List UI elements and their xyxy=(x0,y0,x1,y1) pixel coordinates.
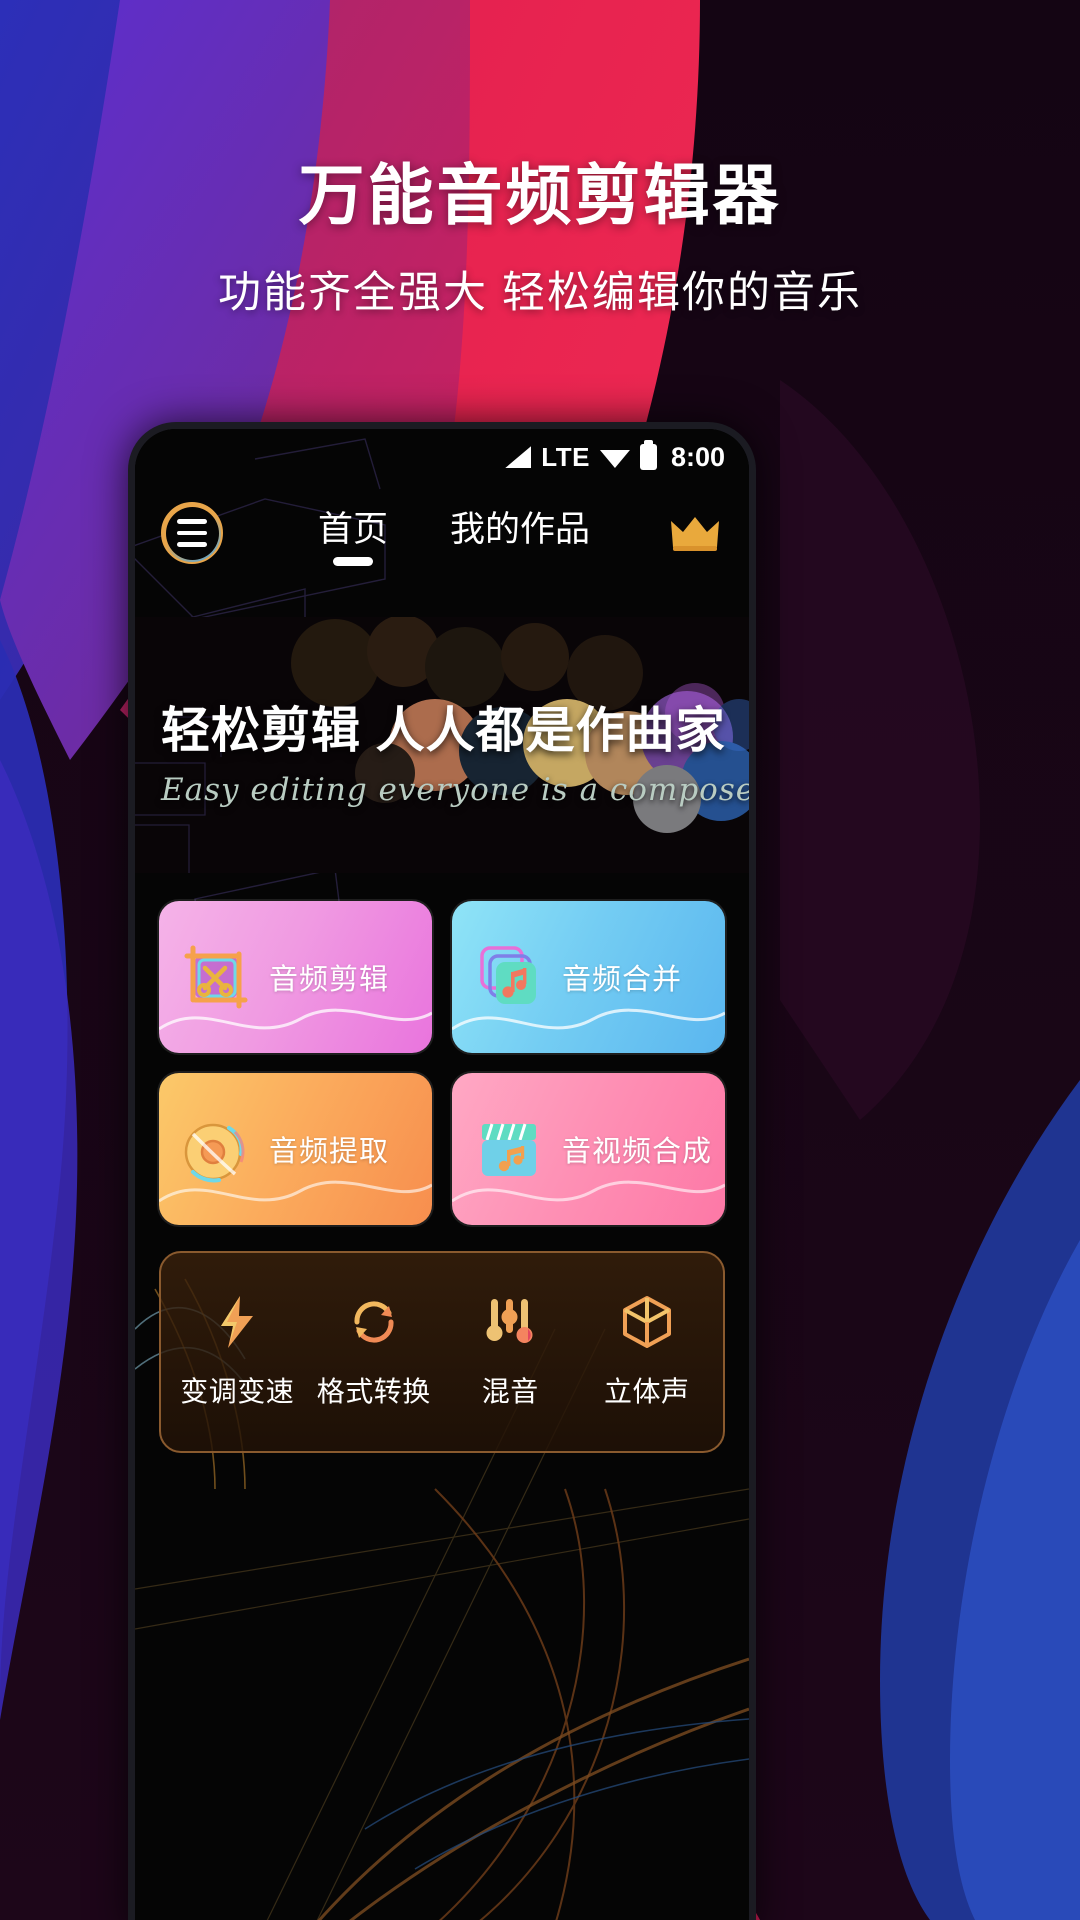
tab-my-works[interactable]: 我的作品 xyxy=(450,501,590,566)
refresh-circle-glyph xyxy=(354,1301,394,1343)
card-video-compose[interactable]: 音视频合成 xyxy=(452,1073,725,1225)
tool-mix[interactable]: 混音 xyxy=(446,1294,574,1410)
disc-glyph xyxy=(184,1123,245,1183)
phone-mockup: LTE 8:00 首页 我的作品 轻松剪辑 人人都是作曲家 Easy editi… xyxy=(128,422,756,1920)
stacked-music-note-glyph xyxy=(480,946,536,1004)
sliders-glyph xyxy=(486,1299,533,1343)
cube-icon xyxy=(619,1294,675,1350)
clapperboard-music-icon xyxy=(472,1112,546,1186)
card-audio-merge[interactable]: 音频合并 xyxy=(452,901,725,1053)
signal-bars-icon xyxy=(505,446,532,468)
cube-glyph xyxy=(622,1296,671,1348)
hero-subtitle: Easy editing everyone is a composer xyxy=(161,772,749,808)
battery-icon xyxy=(639,440,657,470)
card-label: 音频合并 xyxy=(562,964,683,996)
tool-label: 变调变速 xyxy=(180,1376,295,1407)
lightning-bolt-icon xyxy=(209,1294,265,1350)
tool-label: 立体声 xyxy=(603,1376,690,1407)
status-bar: LTE 8:00 xyxy=(135,429,749,485)
card-label: 音频剪辑 xyxy=(269,964,390,996)
scissors-crop-icon xyxy=(179,940,253,1014)
hero-text: 轻松剪辑 人人都是作曲家 Easy editing everyone is a … xyxy=(161,691,749,808)
lightning-bolt-glyph xyxy=(221,1296,254,1348)
wifi-icon xyxy=(599,449,630,468)
nav-tabs: 首页 我的作品 xyxy=(223,501,667,566)
stacked-music-note-icon xyxy=(472,940,546,1014)
refresh-circle-icon xyxy=(346,1294,402,1350)
card-audio-extract[interactable]: 音频提取 xyxy=(159,1073,432,1225)
tool-pitch-speed[interactable]: 变调变速 xyxy=(173,1294,301,1410)
hamburger-menu-icon[interactable] xyxy=(161,502,223,564)
clock-label: 8:00 xyxy=(670,441,725,472)
scissors-crop-glyph xyxy=(184,945,248,1009)
tab-home[interactable]: 首页 xyxy=(318,501,388,566)
tool-label: 格式转换 xyxy=(316,1376,431,1407)
hero-banner[interactable]: 轻松剪辑 人人都是作曲家 Easy editing everyone is a … xyxy=(135,617,749,873)
sliders-icon xyxy=(482,1294,538,1350)
tool-stereo[interactable]: 立体声 xyxy=(583,1294,711,1410)
card-label: 音视频合成 xyxy=(562,1136,713,1168)
disc-icon xyxy=(179,1112,253,1186)
clapperboard-music-glyph xyxy=(482,1123,536,1176)
card-label: 音频提取 xyxy=(269,1136,390,1168)
phone-screen: LTE 8:00 首页 我的作品 轻松剪辑 人人都是作曲家 Easy editi… xyxy=(135,429,749,1920)
tool-label: 混音 xyxy=(481,1376,539,1407)
crown-glyph xyxy=(671,517,719,551)
tools-panel: 变调变速 格式转换 混音 立体声 xyxy=(159,1251,725,1453)
app-navbar: 首页 我的作品 xyxy=(135,485,749,581)
tool-format-convert[interactable]: 格式转换 xyxy=(310,1294,438,1410)
hamburger-lines xyxy=(165,506,219,560)
hero-title: 轻松剪辑 人人都是作曲家 xyxy=(161,704,726,758)
network-label: LTE xyxy=(541,441,590,472)
card-audio-cut[interactable]: 音频剪辑 xyxy=(159,901,432,1053)
crown-icon[interactable] xyxy=(667,507,723,559)
feature-card-grid: 音频剪辑 音频合并 音频提取 音视频合成 xyxy=(159,901,725,1225)
